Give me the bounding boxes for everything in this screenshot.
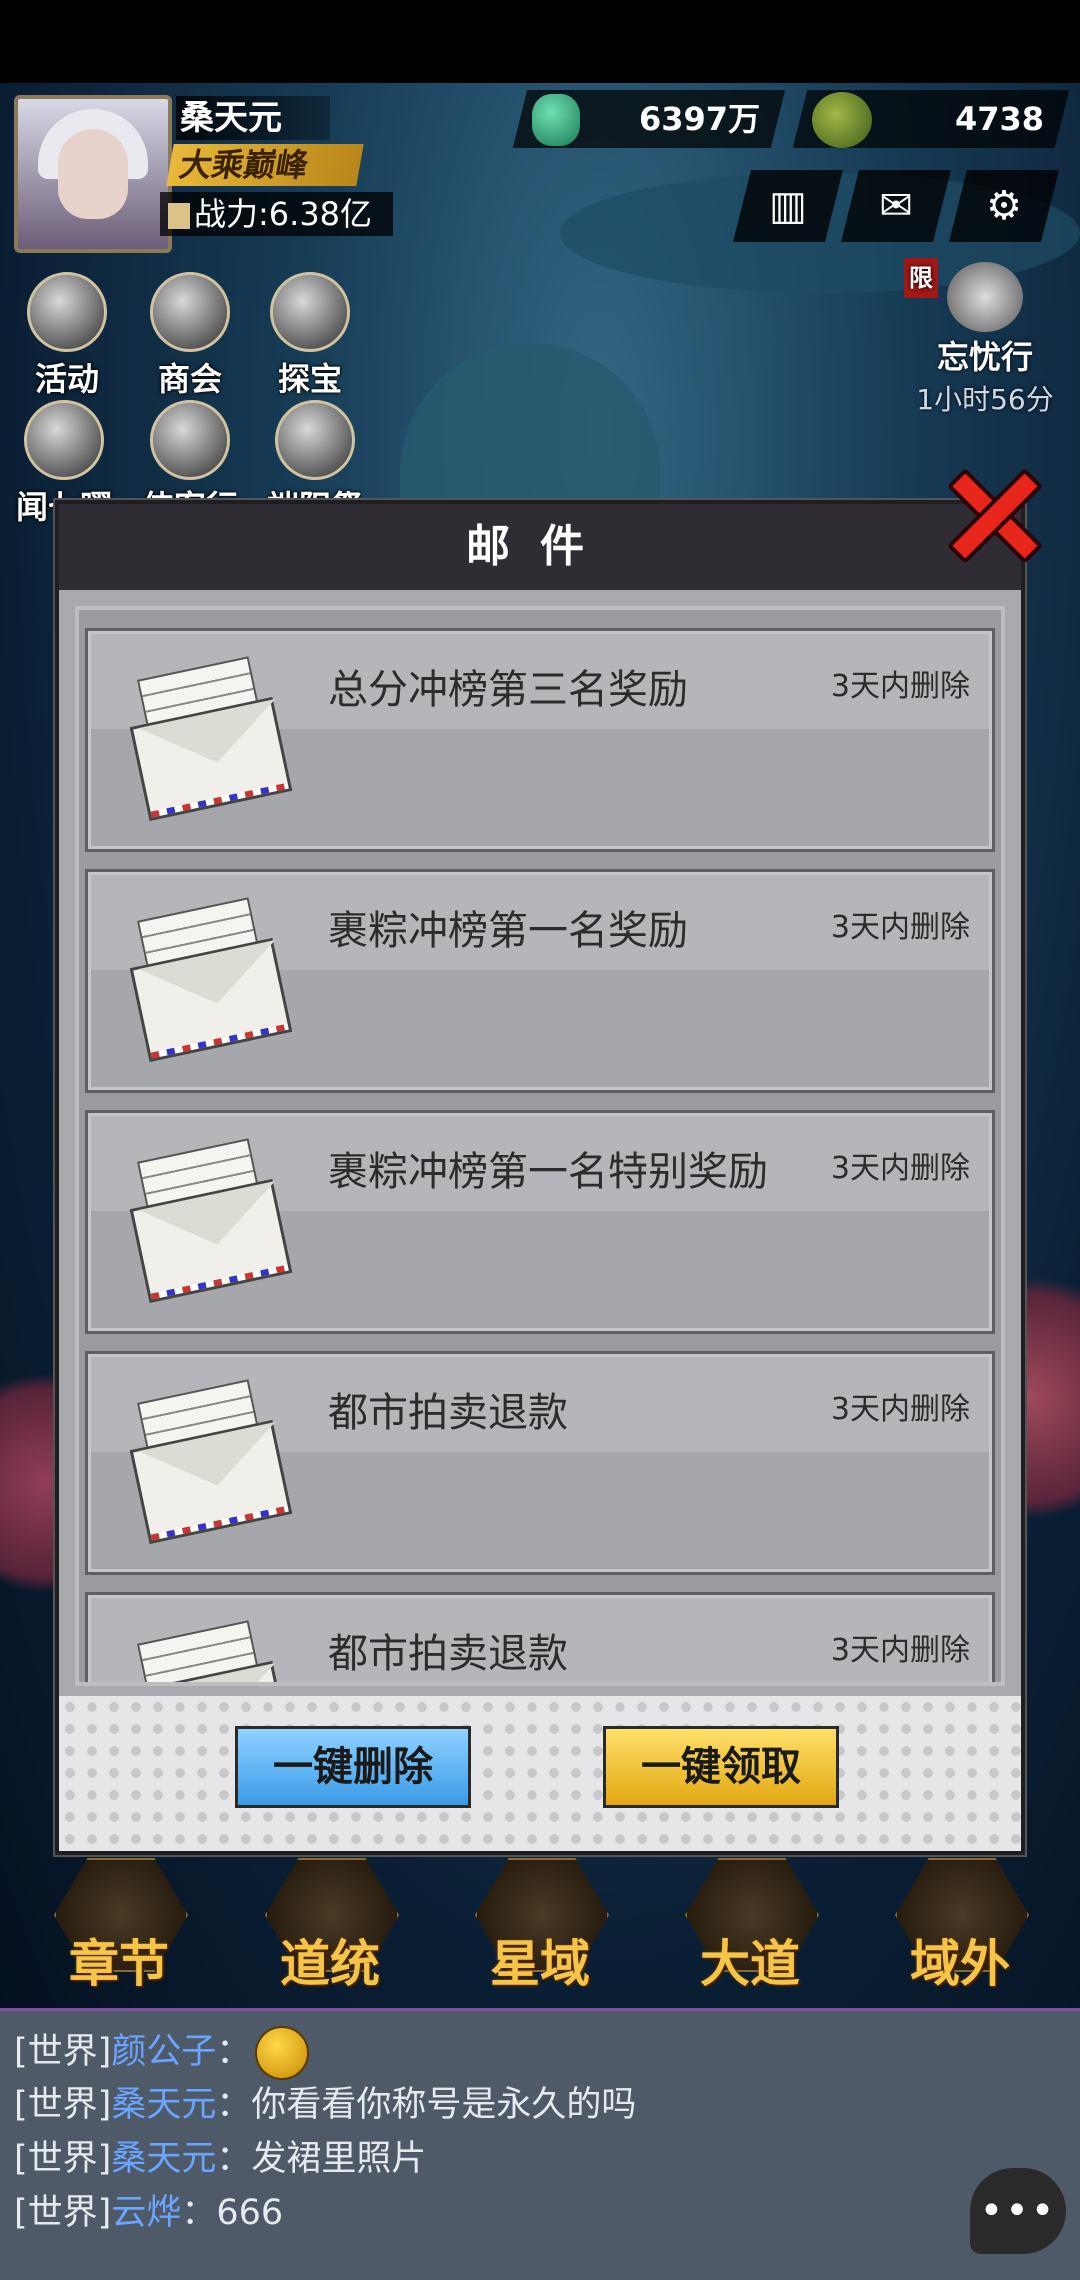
ranking-button[interactable]: ▥	[733, 170, 843, 242]
chat-line: [世界]桑天元：发裙里照片	[14, 2139, 427, 2179]
mail-expire: 3天内删除	[830, 1392, 970, 1427]
chat-line: [世界]云烨：666	[14, 2193, 284, 2233]
gear-icon: ⚙	[986, 183, 1022, 229]
sword-icon	[150, 400, 230, 480]
envelope-icon	[128, 1138, 293, 1304]
mail-title: 裹粽冲榜第一名特别奖励	[328, 1149, 768, 1195]
zongzi-icon	[275, 400, 355, 480]
chat-button[interactable]: •••	[970, 2168, 1066, 2254]
mail-expire: 3天内删除	[830, 1151, 970, 1186]
mail-item[interactable]: 裹粽冲榜第一名特别奖励 3天内删除	[85, 1110, 995, 1334]
mail-list-frame: 总分冲榜第三名奖励 3天内删除 裹粽冲榜第一名奖励 3天内删除 裹粽冲榜第一名特…	[75, 606, 1005, 1686]
wangyou-event[interactable]: 限 忘忧行 1小时56分	[900, 258, 1070, 418]
mail-title: 总分冲榜第三名奖励	[328, 667, 688, 713]
mail-expire: 3天内删除	[830, 1633, 970, 1668]
mail-item[interactable]: 裹粽冲榜第一名奖励 3天内删除	[85, 869, 995, 1093]
envelope-icon	[128, 897, 293, 1063]
mail-title: 裹粽冲榜第一名奖励	[328, 908, 688, 954]
mail-dialog: 邮件 总分冲榜第三名奖励 3天内删除 裹粽冲榜第一名奖励 3天内删除 裹粽冲榜第…	[55, 500, 1025, 1855]
mail-item[interactable]: 都市拍卖退款 3天内删除	[85, 1351, 995, 1575]
mail-title: 都市拍卖退款	[328, 1631, 568, 1677]
menu-treasure[interactable]: 探宝	[265, 272, 355, 400]
chat-bubble-icon: •••	[979, 2188, 1057, 2234]
nav-yuwai[interactable]: 域外	[875, 1850, 1045, 2000]
mail-list[interactable]: 总分冲榜第三名奖励 3天内删除 裹粽冲榜第一名奖励 3天内删除 裹粽冲榜第一名特…	[79, 610, 1001, 1682]
menu-guild[interactable]: 商会	[145, 272, 235, 400]
ranking-icon: ▥	[769, 183, 807, 229]
power-icon	[168, 203, 190, 229]
mail-item[interactable]: 都市拍卖退款 3天内删除	[85, 1592, 995, 1682]
emoji-icon	[255, 2026, 310, 2080]
mail-item[interactable]: 总分冲榜第三名奖励 3天内删除	[85, 628, 995, 852]
guild-icon	[150, 272, 230, 352]
menu-activity[interactable]: 活动	[22, 272, 112, 400]
nav-dadao[interactable]: 大道	[665, 1850, 835, 2000]
jade-icon	[532, 94, 580, 146]
snake-icon	[812, 92, 872, 148]
nav-daotong[interactable]: 道统	[245, 1850, 415, 2000]
envelope-icon	[128, 1379, 293, 1545]
status-bar	[0, 0, 1080, 83]
treasure-icon	[270, 272, 350, 352]
mail-button[interactable]: ✉	[841, 170, 951, 242]
limited-badge: 限	[904, 258, 938, 298]
player-name: 桑天元	[176, 96, 330, 140]
mail-expire: 3天内删除	[830, 910, 970, 945]
envelope-icon	[128, 1620, 293, 1682]
settings-button[interactable]: ⚙	[949, 170, 1059, 242]
pinwheel-icon	[24, 400, 104, 480]
player-power: 战力:6.38亿	[160, 192, 393, 236]
player-avatar[interactable]	[14, 95, 172, 253]
envelope-icon	[128, 656, 293, 822]
claim-all-button[interactable]: 一键领取	[603, 1726, 839, 1808]
chat-line: [世界]桑天元：你看看你称号是永久的吗	[14, 2085, 637, 2125]
nav-xingyu[interactable]: 星域	[455, 1850, 625, 2000]
dialog-footer: 一键删除 一键领取	[59, 1696, 1021, 1851]
close-button[interactable]	[940, 460, 1050, 570]
chat-line: [世界]颜公子：	[14, 2026, 310, 2080]
dialog-title: 邮件	[59, 504, 1021, 590]
player-rank: 大乘巅峰	[166, 144, 364, 186]
nav-chapter[interactable]: 章节	[34, 1850, 204, 2000]
fan-icon	[947, 262, 1023, 332]
activity-icon	[27, 272, 107, 352]
mail-icon: ✉	[879, 183, 913, 229]
delete-all-button[interactable]: 一键删除	[235, 1726, 471, 1808]
bottom-nav: 章节 道统 星域 大道 域外	[0, 1850, 1080, 2000]
wangyou-timer: 1小时56分	[916, 383, 1054, 416]
mail-expire: 3天内删除	[830, 669, 970, 704]
mail-title: 都市拍卖退款	[328, 1390, 568, 1436]
